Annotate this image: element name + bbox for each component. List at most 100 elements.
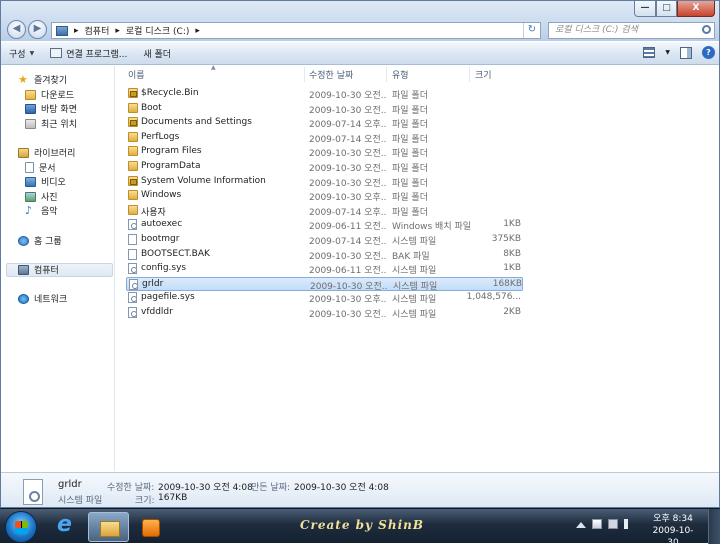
file-name-cell: ProgramData <box>141 161 201 171</box>
file-type-cell: 파일 폴더 <box>392 207 428 218</box>
file-size-cell: 8KB <box>503 248 521 259</box>
organize-button[interactable]: 구성 ▼ <box>1 42 42 65</box>
folder-icon <box>128 204 138 215</box>
start-button[interactable] <box>5 511 37 543</box>
downloads-folder-icon <box>25 89 36 100</box>
notification-area <box>576 519 632 529</box>
file-date-cell: 2009-10-30 오후... <box>309 295 387 306</box>
forward-button[interactable]: ▶ <box>28 20 47 39</box>
table-row[interactable]: vfddldr 2009-10-30 오전... 시스템 파일 2KB <box>126 306 523 320</box>
breadcrumb-local-disk[interactable]: 로컬 디스크 (C:) <box>126 24 189 37</box>
action-center-icon[interactable] <box>592 519 602 529</box>
crumb-separator[interactable]: ▸ <box>74 26 79 36</box>
table-row[interactable]: System Volume Information 2009-10-30 오전..… <box>126 175 523 189</box>
sidebar-homegroup[interactable]: 홈 그룹 <box>18 234 62 247</box>
file-name-cell: autoexec <box>141 219 183 230</box>
sidebar-item-documents[interactable]: 문서 <box>25 161 56 174</box>
chevron-down-icon[interactable]: ▼ <box>665 49 670 56</box>
organize-label: 구성 <box>9 49 26 60</box>
table-row[interactable]: $Recycle.Bin 2009-10-30 오전... 파일 폴더 <box>126 87 523 101</box>
details-size-value: 167KB <box>158 493 188 503</box>
clock[interactable]: 오후 8:34 2009-10-30 <box>648 513 698 549</box>
file-name-cell: 사용자 <box>141 207 166 218</box>
column-divider[interactable] <box>469 67 470 82</box>
open-with-icon <box>50 48 63 58</box>
file-date-cell: 2009-10-30 오후... <box>309 193 387 204</box>
show-hidden-icons-icon[interactable] <box>576 522 586 528</box>
table-row[interactable]: bootmgr 2009-07-14 오전... 시스템 파일 375KB <box>126 233 523 247</box>
column-divider[interactable] <box>386 67 387 82</box>
show-desktop-button[interactable] <box>708 509 720 544</box>
breadcrumb-computer[interactable]: 컴퓨터 <box>85 24 110 37</box>
file-size-cell: 1KB <box>503 219 521 230</box>
sidebar-item-label: 최근 위치 <box>41 120 77 130</box>
file-date-cell: 2009-10-30 오전... <box>309 91 387 101</box>
locked-folder-icon <box>128 117 138 128</box>
table-row[interactable]: Boot 2009-10-30 오전... 파일 폴더 <box>126 102 523 116</box>
column-header-size[interactable]: 크기 <box>475 68 492 81</box>
sidebar-item-videos[interactable]: 비디오 <box>25 175 66 188</box>
table-row[interactable]: Documents and Settings 2009-07-14 오후... 파일… <box>126 116 523 130</box>
column-header-date[interactable]: 수정한 날짜 <box>309 68 353 81</box>
table-row[interactable]: PerfLogs 2009-07-14 오전... 파일 폴더 <box>126 131 523 145</box>
file-date-cell: 2009-07-14 오후... <box>309 120 387 131</box>
table-row[interactable]: Program Files 2009-10-30 오전... 파일 폴더 <box>126 145 523 159</box>
table-row[interactable]: Windows 2009-10-30 오후... 파일 폴더 <box>126 189 523 203</box>
refresh-button[interactable]: ↻ <box>523 23 540 38</box>
internet-explorer-icon[interactable] <box>45 512 86 542</box>
sidebar-item-label: 비디오 <box>41 178 66 188</box>
sidebar-network[interactable]: 네트워크 <box>18 292 67 305</box>
change-view-icon[interactable] <box>643 47 656 58</box>
sidebar-item-label: 홈 그룹 <box>34 237 62 247</box>
table-row[interactable]: 사용자 2009-07-14 오후... 파일 폴더 <box>126 204 523 218</box>
back-button[interactable]: ◀ <box>7 20 26 39</box>
column-header-type[interactable]: 유형 <box>392 68 409 81</box>
close-button[interactable]: X <box>677 1 715 17</box>
maximize-button[interactable]: □ <box>656 1 677 17</box>
preview-pane-icon[interactable] <box>680 46 692 59</box>
sidebar-favorites[interactable]: ★ 즐겨찾기 <box>18 73 67 87</box>
sidebar-computer[interactable]: 컴퓨터 <box>18 263 59 276</box>
sidebar-item-recent[interactable]: 최근 위치 <box>25 117 77 130</box>
crumb-separator[interactable]: ▸ <box>195 26 200 36</box>
help-icon[interactable]: ? <box>702 46 715 59</box>
volume-icon[interactable] <box>624 519 632 529</box>
address-bar[interactable]: ▸ 컴퓨터 ▸ 로컬 디스크 (C:) ▸ ↻ <box>51 22 541 39</box>
file-type-cell: 파일 폴더 <box>392 91 428 101</box>
sidebar-item-label: 문서 <box>39 164 56 174</box>
sidebar-item-music[interactable]: ♪ 음악 <box>25 204 58 218</box>
new-folder-button[interactable]: 새 폴더 <box>135 42 179 65</box>
details-pane: grldr 시스템 파일 수정한 날짜: 2009-10-30 오전 4:08 … <box>1 472 719 507</box>
table-row[interactable]: ProgramData 2009-10-30 오전... 파일 폴더 <box>126 160 523 174</box>
sidebar-item-pictures[interactable]: 사진 <box>25 190 58 203</box>
sidebar-item-downloads[interactable]: 다운로드 <box>25 88 74 101</box>
search-icon[interactable] <box>702 25 711 34</box>
file-name-cell: grldr <box>142 278 164 289</box>
column-divider[interactable] <box>304 67 305 82</box>
open-with-button[interactable]: 연결 프로그램... <box>42 42 135 65</box>
table-row[interactable]: BOOTSECT.BAK 2009-10-30 오전... BAK 파일 8KB <box>126 248 523 262</box>
file-date-cell: 2009-07-14 오후... <box>309 207 387 218</box>
table-row[interactable]: pagefile.sys 2009-10-30 오후... 시스템 파일 1,048,… <box>126 291 523 305</box>
network-status-icon[interactable] <box>608 519 618 529</box>
file-date-cell: 2009-10-30 오전... <box>309 164 387 174</box>
file-date-cell: 2009-10-30 오전... <box>310 281 388 292</box>
windows-explorer-icon[interactable] <box>88 512 129 542</box>
crumb-separator[interactable]: ▸ <box>115 26 120 36</box>
table-row[interactable]: autoexec 2009-06-11 오전... Windows 배치 파일 1KB <box>126 218 523 232</box>
sidebar-libraries[interactable]: 라이브러리 <box>18 146 75 159</box>
details-file-type: 시스템 파일 <box>58 496 103 506</box>
sidebar-item-label: 컴퓨터 <box>34 266 59 276</box>
search-input[interactable]: 로컬 디스크 (C:) 검색 <box>548 22 715 39</box>
minimize-button[interactable]: — <box>634 1 656 17</box>
file-size-cell: 1KB <box>503 263 521 274</box>
column-header-name[interactable]: 이름 <box>128 68 145 81</box>
file-name-cell: config.sys <box>141 263 187 274</box>
credit-text: Create by ShinB <box>300 518 424 532</box>
title-bar[interactable]: — □ X ◀ ▶ ▸ 컴퓨터 ▸ 로컬 디스크 (C:) ▸ ↻ 로컬 디스크… <box>1 1 719 41</box>
details-modified-label: 수정한 날짜: <box>107 483 155 493</box>
table-row[interactable]: config.sys 2009-06-11 오전... 시스템 파일 1KB <box>126 262 523 276</box>
media-player-icon[interactable] <box>131 512 172 542</box>
sidebar-item-desktop[interactable]: 바탕 화면 <box>25 102 77 115</box>
table-row[interactable]: grldr 2009-10-30 오전... 시스템 파일 168KB <box>126 276 523 292</box>
